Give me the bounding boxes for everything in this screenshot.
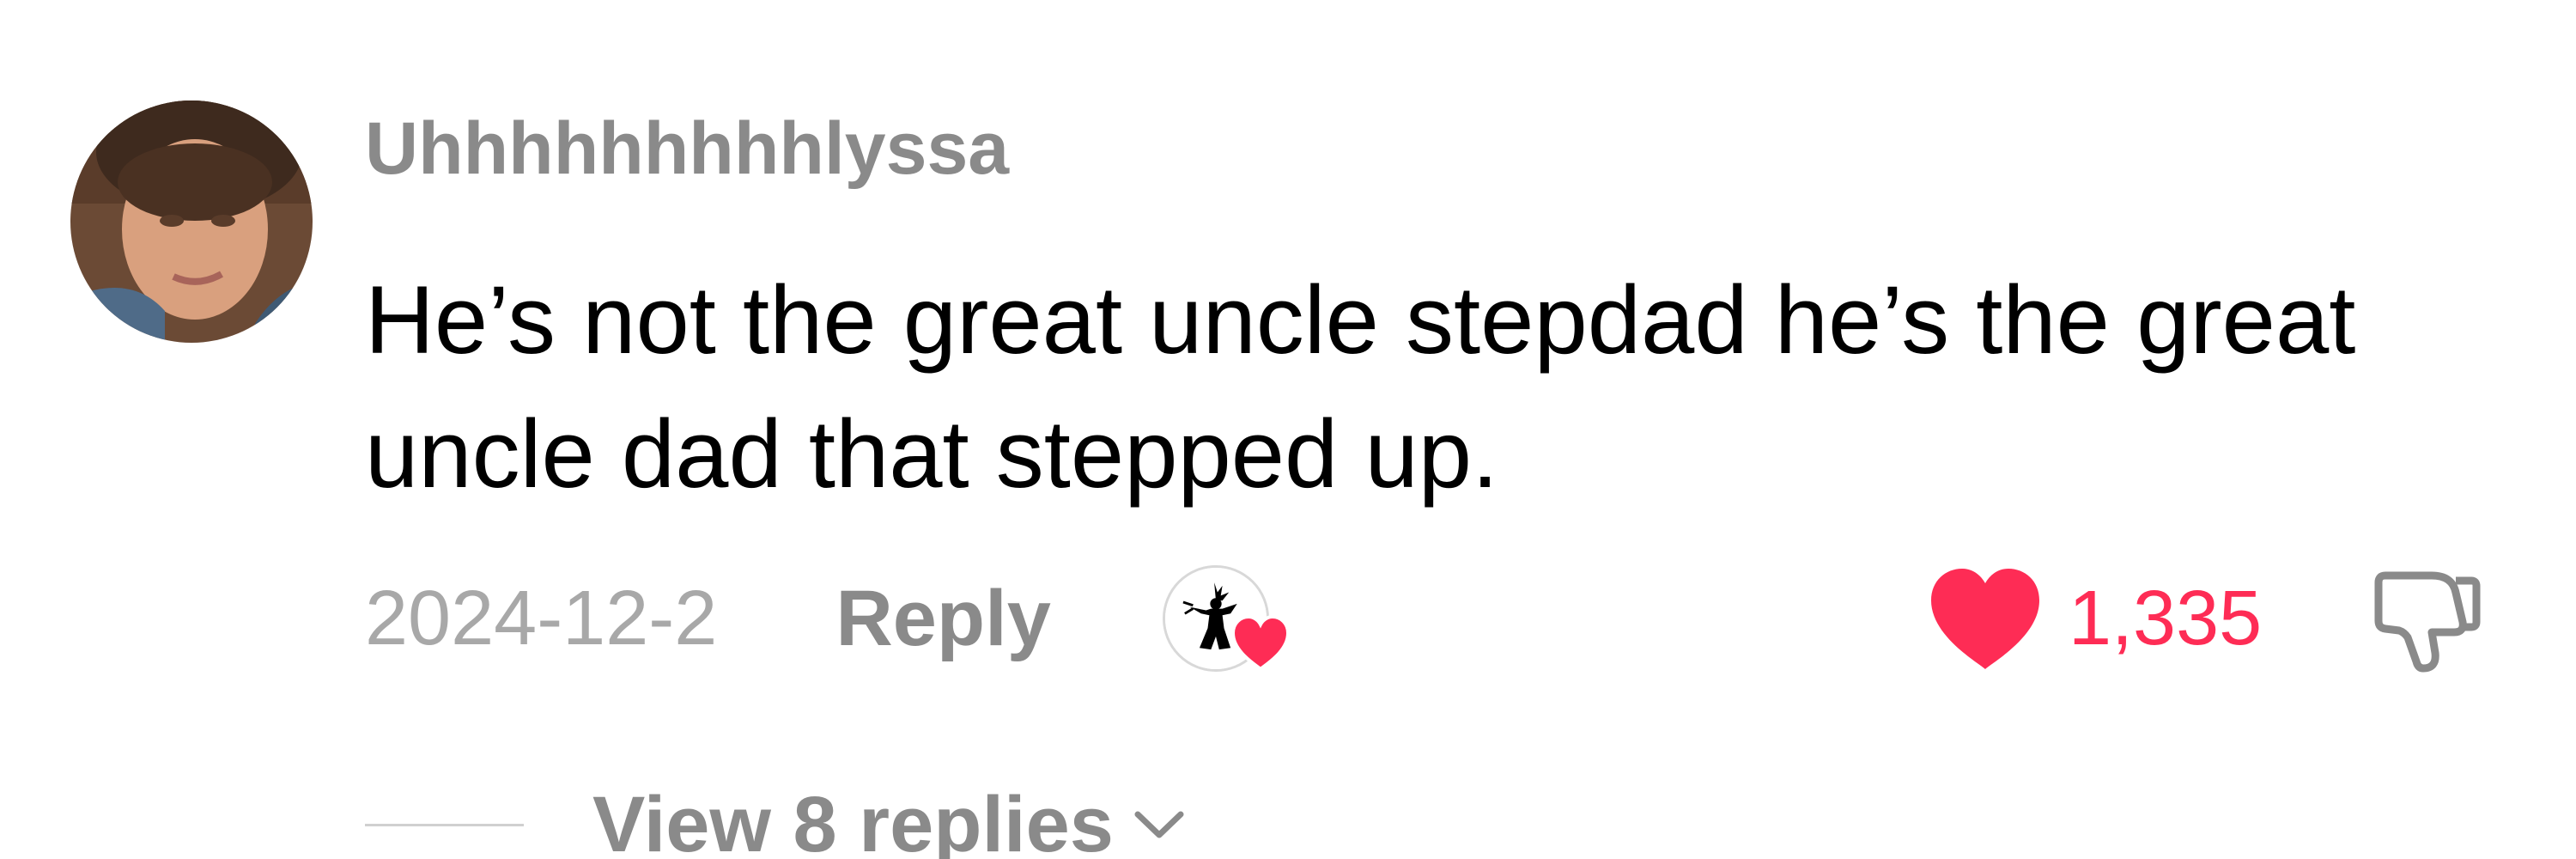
view-replies[interactable]: View 8 replies: [365, 773, 1186, 859]
comment-text: He’s not the great uncle stepdad he’s th…: [365, 266, 2356, 508]
comment-meta: 2024-12-2 Reply: [365, 563, 1290, 674]
user-avatar[interactable]: [70, 101, 313, 343]
creator-liked-badge: [1162, 563, 1290, 674]
view-replies-button[interactable]: View 8 replies: [592, 785, 1114, 859]
replies-divider: [365, 823, 524, 826]
heart-icon[interactable]: [1928, 566, 2043, 671]
chevron-down-icon[interactable]: [1133, 807, 1186, 842]
like-group: 1,335: [1928, 563, 2262, 674]
reply-button[interactable]: Reply: [835, 579, 1051, 658]
like-count: 1,335: [2069, 576, 2263, 661]
avatar-image: [70, 101, 313, 343]
thumbs-down-icon[interactable]: [2370, 565, 2482, 677]
comment-date: 2024-12-2: [365, 576, 718, 661]
comment-username[interactable]: Uhhhhhhhhhlyssa: [365, 112, 1009, 186]
comment-item: Uhhhhhhhhhlyssa He’s not the great uncle…: [0, 0, 2576, 859]
heart-icon: [1230, 614, 1290, 671]
